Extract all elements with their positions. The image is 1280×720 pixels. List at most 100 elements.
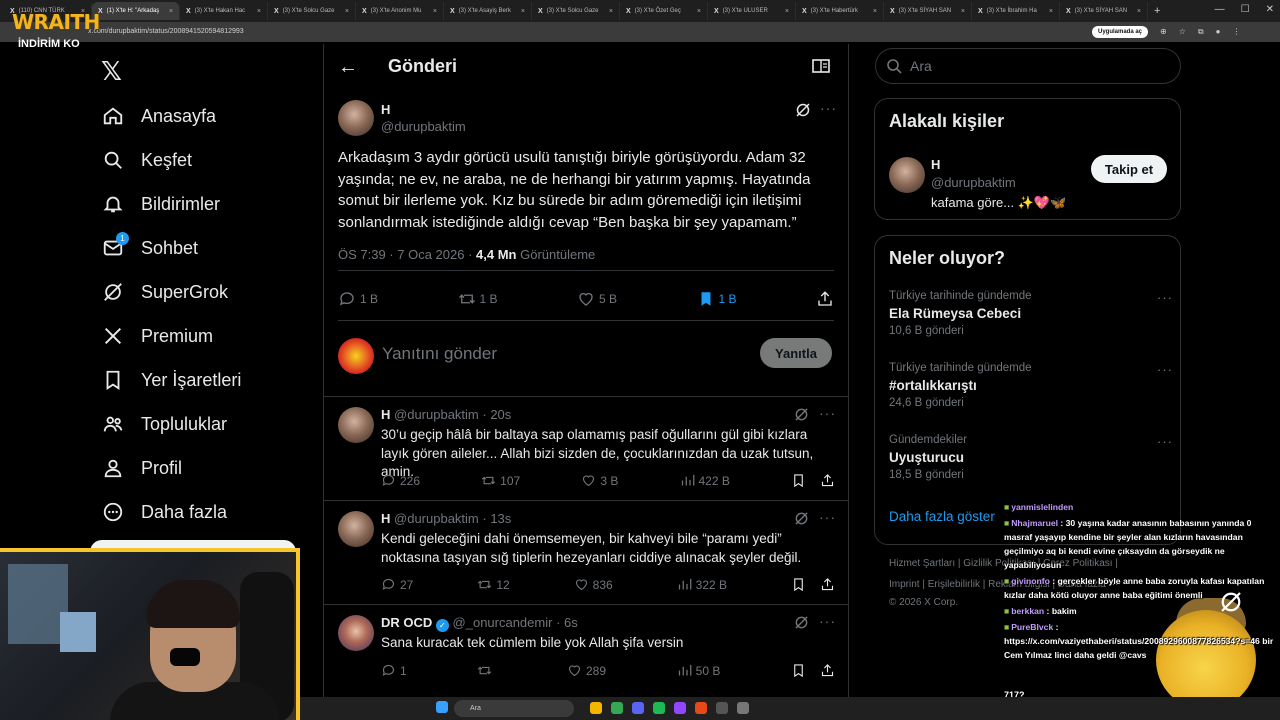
twitch-icon[interactable] (674, 702, 686, 714)
browser-tab[interactable]: X (3) X'te Solcu Gaze × (268, 2, 356, 20)
post-time[interactable]: ÖS 7:39 · 7 Oca 2026 · (338, 247, 476, 262)
app-icon[interactable] (737, 702, 749, 714)
reply-button[interactable]: Yanıtla (760, 338, 832, 368)
show-more-link[interactable]: Daha fazla göster (889, 509, 995, 524)
discord-icon[interactable] (632, 702, 644, 714)
tab-close-icon[interactable]: × (257, 8, 261, 15)
browser-tab[interactable]: X (3) X'te İbrahim Ha × (972, 2, 1060, 20)
nav-item-9[interactable]: Profil (101, 452, 182, 484)
reply-author[interactable]: DR OCD (381, 615, 432, 630)
reply-action[interactable]: 1 (381, 663, 407, 678)
reply-action[interactable]: 226 (381, 473, 420, 488)
obs-icon[interactable] (695, 702, 707, 714)
minimize-icon[interactable]: — (1215, 4, 1225, 15)
trend-more-icon[interactable]: ··· (1157, 362, 1173, 377)
more-options-icon[interactable]: ··· (819, 509, 836, 525)
browser-tab[interactable]: X (3) X'te SİYAH SAN × (884, 2, 972, 20)
views-action[interactable]: 422 B (680, 473, 730, 488)
bookmark-icon[interactable] (791, 473, 806, 488)
tab-close-icon[interactable]: × (1137, 8, 1141, 15)
follow-button[interactable]: Takip et (1091, 155, 1167, 183)
share-action[interactable] (816, 290, 834, 308)
repost-action[interactable] (477, 663, 496, 678)
reply-handle[interactable]: @_onurcandemir (453, 615, 553, 630)
grok-icon[interactable] (795, 102, 811, 118)
browser-tab[interactable]: X (3) X'te Özet Geç × (620, 2, 708, 20)
nav-item-6[interactable]: Premium (101, 320, 213, 352)
search-input[interactable]: Ara (875, 48, 1181, 84)
chrome-icon[interactable] (611, 702, 623, 714)
grok-icon[interactable] (794, 407, 809, 422)
like-action[interactable]: 836 (574, 577, 613, 592)
bookmark-icon[interactable] (791, 577, 806, 592)
share-icon[interactable] (820, 473, 835, 488)
reply-time[interactable]: · 20s (482, 407, 511, 422)
grok-icon[interactable] (794, 615, 809, 630)
tab-close-icon[interactable]: × (433, 8, 437, 15)
related-avatar[interactable] (889, 157, 925, 193)
nav-item-4[interactable]: 1 Sohbet (101, 232, 198, 264)
more-options-icon[interactable]: ··· (819, 613, 836, 629)
zoom-icon[interactable]: ⊕ (1160, 27, 1167, 37)
views-action[interactable]: 50 B (677, 663, 720, 678)
like-action[interactable]: 289 (567, 663, 606, 678)
trend-item[interactable]: Türkiye tarihinde gündemde Ela Rümeysa Ce… (889, 290, 1172, 337)
related-name[interactable]: H (931, 157, 940, 172)
tab-close-icon[interactable]: × (785, 8, 789, 15)
trend-item[interactable]: Türkiye tarihinde gündemde #ortalıkkarışt… (889, 362, 1172, 409)
like-action[interactable]: 3 B (581, 473, 618, 488)
nav-item-3[interactable]: Bildirimler (101, 188, 220, 220)
nav-item-2[interactable]: Keşfet (101, 144, 192, 176)
related-handle[interactable]: @durupbaktim (931, 175, 1016, 190)
tab-close-icon[interactable]: × (169, 8, 173, 15)
close-window-icon[interactable]: ✕ (1266, 4, 1274, 15)
tab-close-icon[interactable]: × (697, 8, 701, 15)
reply-time[interactable]: · 6s (556, 615, 578, 630)
trend-more-icon[interactable]: ··· (1157, 434, 1173, 449)
star-icon[interactable]: ☆ (1179, 27, 1186, 37)
reply-input[interactable]: Yanıtını gönder (382, 344, 497, 364)
reader-mode-icon[interactable] (812, 59, 830, 73)
bookmark-action[interactable]: 1 B (697, 290, 737, 308)
views-action[interactable]: 322 B (677, 577, 727, 592)
new-tab-icon[interactable]: + (1154, 5, 1160, 17)
address-url[interactable]: x.com/durupbaktim/status/200894152059481… (88, 25, 244, 39)
explorer-icon[interactable] (590, 702, 602, 714)
own-avatar[interactable] (338, 338, 374, 374)
tab-close-icon[interactable]: × (521, 8, 525, 15)
browser-tab[interactable]: X (3) X'te SİYAH SAN × (1060, 2, 1148, 20)
share-icon[interactable] (820, 663, 835, 678)
reply-post[interactable]: H @durupbaktim · 20s ··· 30’u geçip hâlâ b… (324, 396, 848, 500)
tab-close-icon[interactable]: × (1049, 8, 1053, 15)
tab-close-icon[interactable]: × (345, 8, 349, 15)
browser-tab[interactable]: X (3) X'te Hakan Hac × (180, 2, 268, 20)
nav-item-8[interactable]: Topluluklar (101, 408, 227, 440)
x-logo-icon[interactable]: 𝕏 (101, 56, 122, 87)
reply-avatar[interactable] (338, 615, 374, 651)
browser-tab[interactable]: X (1) X'te H: "Arkadaş × (92, 2, 180, 20)
tab-close-icon[interactable]: × (609, 8, 613, 15)
grok-icon[interactable] (794, 511, 809, 526)
spotify-icon[interactable] (653, 702, 665, 714)
nav-item-7[interactable]: Yer İşaretleri (101, 364, 241, 396)
nav-item-10[interactable]: Daha fazla (101, 496, 227, 528)
more-options-icon[interactable]: ··· (820, 100, 837, 116)
maximize-icon[interactable]: ☐ (1241, 4, 1250, 15)
reply-author[interactable]: H (381, 407, 390, 422)
repost-action[interactable]: 1 B (458, 290, 498, 308)
repost-action[interactable]: 12 (477, 577, 510, 592)
tab-close-icon[interactable]: × (873, 8, 877, 15)
reply-action[interactable]: 1 B (338, 290, 378, 308)
profile-icon[interactable]: ● (1216, 27, 1221, 37)
bookmark-icon[interactable] (791, 663, 806, 678)
menu-icon[interactable]: ⋮ (1232, 27, 1240, 37)
reply-handle[interactable]: @durupbaktim (394, 511, 479, 526)
author-avatar[interactable] (338, 100, 374, 136)
browser-tab[interactable]: X (3) X'te Habertürk × (796, 2, 884, 20)
tab-close-icon[interactable]: × (961, 8, 965, 15)
reply-post[interactable]: H @durupbaktim · 13s ··· Kendi geleceğini … (324, 500, 848, 604)
reply-time[interactable]: · 13s (482, 511, 511, 526)
extensions-icon[interactable]: ⧉ (1198, 27, 1204, 37)
nav-item-5[interactable]: SuperGrok (101, 276, 228, 308)
browser-tab[interactable]: X (3) X'te ULUSER × (708, 2, 796, 20)
